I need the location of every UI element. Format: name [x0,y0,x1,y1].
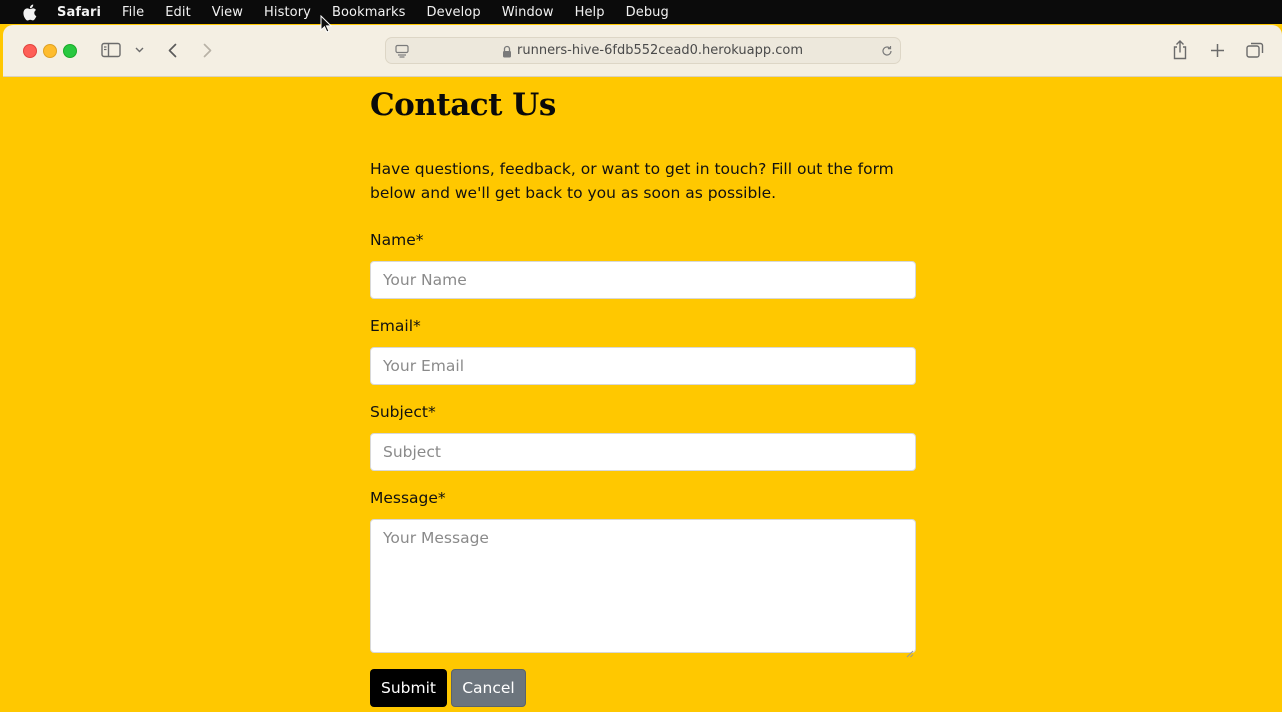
cancel-button[interactable]: Cancel [451,669,526,707]
resize-handle-icon[interactable] [906,643,914,658]
menu-bar: Safari File Edit View History Bookmarks … [0,0,1282,24]
menu-edit[interactable]: Edit [165,5,191,20]
menu-app-safari[interactable]: Safari [57,5,101,20]
window-close-button[interactable] [23,44,37,58]
menu-debug[interactable]: Debug [626,5,669,20]
forward-icon[interactable] [200,41,214,59]
back-icon[interactable] [165,41,179,59]
menu-develop[interactable]: Develop [427,5,481,20]
menu-window[interactable]: Window [502,5,554,20]
chevron-down-icon[interactable] [134,45,144,55]
menu-help[interactable]: Help [575,5,605,20]
reload-icon[interactable] [880,44,894,58]
page-menu-icon[interactable] [394,43,410,59]
name-input[interactable] [370,261,916,299]
apple-icon[interactable] [22,3,38,21]
submit-button[interactable]: Submit [370,669,447,707]
message-textarea[interactable] [370,519,916,653]
menu-bookmarks[interactable]: Bookmarks [332,5,406,20]
message-wrapper [370,519,916,658]
message-label: Message* [370,489,446,507]
cursor-icon [320,14,334,35]
url-text: runners-hive-6fdb552cead0.herokuapp.com [517,43,804,58]
subject-label: Subject* [370,403,436,421]
name-label: Name* [370,231,424,249]
page-title: Contact Us [370,87,556,123]
subject-input[interactable] [370,433,916,471]
new-tab-icon[interactable] [1208,41,1226,59]
browser-toolbar: runners-hive-6fdb552cead0.herokuapp.com [3,25,1282,77]
menu-file[interactable]: File [122,5,144,20]
window-minimize-button[interactable] [43,44,57,58]
email-input[interactable] [370,347,916,385]
address-bar[interactable]: runners-hive-6fdb552cead0.herokuapp.com [385,37,901,64]
share-icon[interactable] [1171,39,1189,61]
email-label: Email* [370,317,421,335]
menu-history[interactable]: History [264,5,311,20]
lock-icon [501,44,513,58]
window-zoom-button[interactable] [63,44,77,58]
intro-text: Have questions, feedback, or want to get… [370,160,894,202]
menu-view[interactable]: View [212,5,243,20]
tab-overview-icon[interactable] [1245,41,1265,59]
sidebar-icon[interactable] [100,41,122,59]
